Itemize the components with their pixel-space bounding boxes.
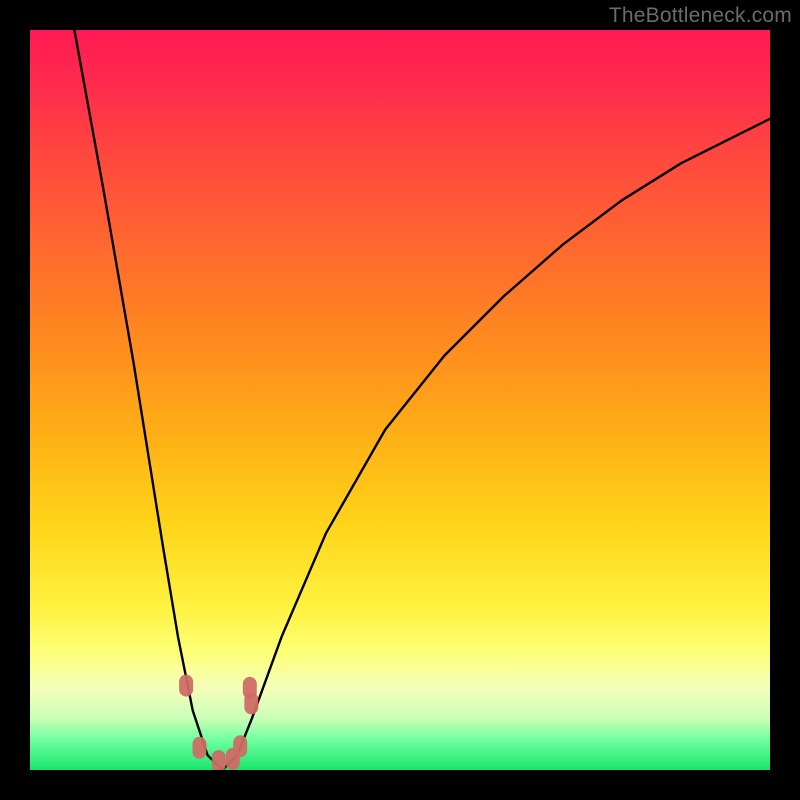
valley-marker: [212, 750, 226, 770]
valley-marker: [179, 675, 193, 697]
bottleneck-curve: [74, 30, 770, 770]
valley-marker: [244, 692, 258, 714]
curve-layer: [30, 30, 770, 770]
chart-stage: TheBottleneck.com: [0, 0, 800, 800]
plot-area: [30, 30, 770, 770]
valley-marker: [233, 735, 247, 757]
watermark-text: TheBottleneck.com: [609, 4, 792, 28]
valley-marker: [193, 737, 207, 759]
